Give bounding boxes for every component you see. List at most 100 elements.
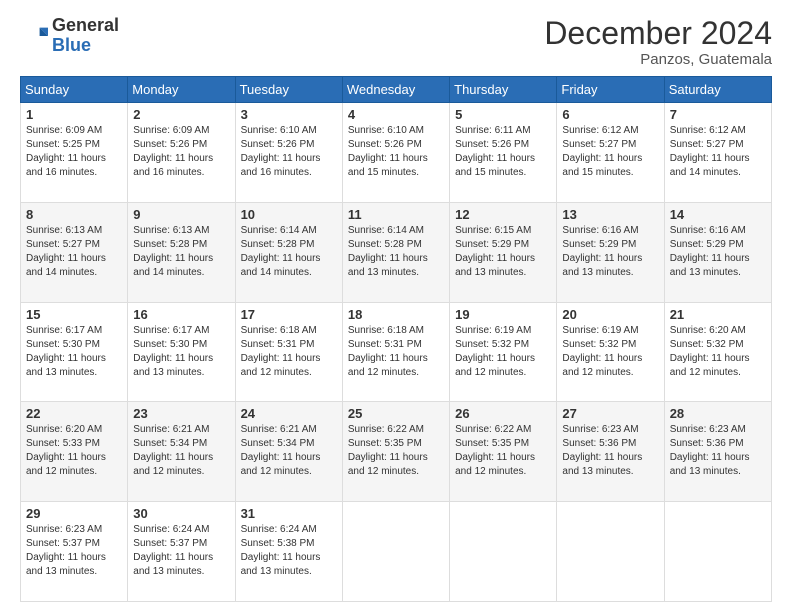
day-info: Sunrise: 6:20 AMSunset: 5:32 PMDaylight:… xyxy=(670,324,766,380)
day-info: Sunrise: 6:11 AMSunset: 5:26 PMDaylight:… xyxy=(455,124,551,180)
calendar-cell: 20 Sunrise: 6:19 AMSunset: 5:32 PMDayligh… xyxy=(557,302,664,402)
day-info: Sunrise: 6:12 AMSunset: 5:27 PMDaylight:… xyxy=(670,124,766,180)
calendar-cell: 3 Sunrise: 6:10 AMSunset: 5:26 PMDaylight… xyxy=(235,103,342,203)
calendar-cell: 27 Sunrise: 6:23 AMSunset: 5:36 PMDayligh… xyxy=(557,402,664,502)
title-section: December 2024 Panzos, Guatemala xyxy=(544,16,772,68)
day-number: 23 xyxy=(133,406,229,421)
day-info: Sunrise: 6:19 AMSunset: 5:32 PMDaylight:… xyxy=(455,324,551,380)
day-number: 13 xyxy=(562,207,658,222)
day-info: Sunrise: 6:10 AMSunset: 5:26 PMDaylight:… xyxy=(348,124,444,180)
subtitle: Panzos, Guatemala xyxy=(544,51,772,68)
calendar-cell: 30 Sunrise: 6:24 AMSunset: 5:37 PMDayligh… xyxy=(128,502,235,602)
col-sunday: Sunday xyxy=(21,77,128,103)
day-info: Sunrise: 6:16 AMSunset: 5:29 PMDaylight:… xyxy=(670,224,766,280)
col-wednesday: Wednesday xyxy=(342,77,449,103)
calendar-cell xyxy=(557,502,664,602)
day-info: Sunrise: 6:23 AMSunset: 5:37 PMDaylight:… xyxy=(26,523,122,579)
calendar-cell: 26 Sunrise: 6:22 AMSunset: 5:35 PMDayligh… xyxy=(450,402,557,502)
col-monday: Monday xyxy=(128,77,235,103)
calendar-cell xyxy=(342,502,449,602)
day-number: 2 xyxy=(133,107,229,122)
day-info: Sunrise: 6:15 AMSunset: 5:29 PMDaylight:… xyxy=(455,224,551,280)
day-number: 12 xyxy=(455,207,551,222)
day-number: 22 xyxy=(26,406,122,421)
page: General Blue December 2024 Panzos, Guate… xyxy=(0,0,792,612)
day-number: 24 xyxy=(241,406,337,421)
day-number: 1 xyxy=(26,107,122,122)
day-info: Sunrise: 6:19 AMSunset: 5:32 PMDaylight:… xyxy=(562,324,658,380)
day-number: 15 xyxy=(26,307,122,322)
day-number: 26 xyxy=(455,406,551,421)
day-info: Sunrise: 6:23 AMSunset: 5:36 PMDaylight:… xyxy=(670,423,766,479)
col-friday: Friday xyxy=(557,77,664,103)
calendar-cell: 5 Sunrise: 6:11 AMSunset: 5:26 PMDaylight… xyxy=(450,103,557,203)
calendar-cell: 22Sunrise: 6:20 AMSunset: 5:33 PMDayligh… xyxy=(21,402,128,502)
calendar-cell: 8 Sunrise: 6:13 AMSunset: 5:27 PMDaylight… xyxy=(21,202,128,302)
day-number: 11 xyxy=(348,207,444,222)
calendar-cell: 10Sunrise: 6:14 AMSunset: 5:28 PMDayligh… xyxy=(235,202,342,302)
calendar-cell: 29 Sunrise: 6:23 AMSunset: 5:37 PMDayligh… xyxy=(21,502,128,602)
logo-general: General xyxy=(52,15,119,35)
calendar-cell: 19 Sunrise: 6:19 AMSunset: 5:32 PMDayligh… xyxy=(450,302,557,402)
day-number: 25 xyxy=(348,406,444,421)
calendar-cell: 2 Sunrise: 6:09 AMSunset: 5:26 PMDaylight… xyxy=(128,103,235,203)
calendar-cell: 23 Sunrise: 6:21 AMSunset: 5:34 PMDayligh… xyxy=(128,402,235,502)
calendar-cell: 24 Sunrise: 6:21 AMSunset: 5:34 PMDayligh… xyxy=(235,402,342,502)
calendar-cell: 7Sunrise: 6:12 AMSunset: 5:27 PMDaylight… xyxy=(664,103,771,203)
day-info: Sunrise: 6:22 AMSunset: 5:35 PMDaylight:… xyxy=(348,423,444,479)
day-info: Sunrise: 6:14 AMSunset: 5:28 PMDaylight:… xyxy=(348,224,444,280)
calendar-cell: 6Sunrise: 6:12 AMSunset: 5:27 PMDaylight… xyxy=(557,103,664,203)
calendar-cell: 9 Sunrise: 6:13 AMSunset: 5:28 PMDaylight… xyxy=(128,202,235,302)
day-number: 20 xyxy=(562,307,658,322)
calendar-cell: 11 Sunrise: 6:14 AMSunset: 5:28 PMDayligh… xyxy=(342,202,449,302)
day-number: 16 xyxy=(133,307,229,322)
calendar-header-row: Sunday Monday Tuesday Wednesday Thursday… xyxy=(21,77,772,103)
col-thursday: Thursday xyxy=(450,77,557,103)
week-row-1: 8 Sunrise: 6:13 AMSunset: 5:27 PMDaylight… xyxy=(21,202,772,302)
calendar-cell: 12 Sunrise: 6:15 AMSunset: 5:29 PMDayligh… xyxy=(450,202,557,302)
day-info: Sunrise: 6:12 AMSunset: 5:27 PMDaylight:… xyxy=(562,124,658,180)
day-info: Sunrise: 6:09 AMSunset: 5:26 PMDaylight:… xyxy=(133,124,229,180)
day-info: Sunrise: 6:23 AMSunset: 5:36 PMDaylight:… xyxy=(562,423,658,479)
day-number: 29 xyxy=(26,506,122,521)
day-number: 18 xyxy=(348,307,444,322)
day-number: 9 xyxy=(133,207,229,222)
day-info: Sunrise: 6:22 AMSunset: 5:35 PMDaylight:… xyxy=(455,423,551,479)
day-info: Sunrise: 6:13 AMSunset: 5:27 PMDaylight:… xyxy=(26,224,122,280)
logo: General Blue xyxy=(20,16,119,56)
day-number: 28 xyxy=(670,406,766,421)
calendar-cell: 15Sunrise: 6:17 AMSunset: 5:30 PMDayligh… xyxy=(21,302,128,402)
day-number: 21 xyxy=(670,307,766,322)
calendar-cell: 25 Sunrise: 6:22 AMSunset: 5:35 PMDayligh… xyxy=(342,402,449,502)
day-number: 8 xyxy=(26,207,122,222)
calendar-cell: 13 Sunrise: 6:16 AMSunset: 5:29 PMDayligh… xyxy=(557,202,664,302)
day-info: Sunrise: 6:21 AMSunset: 5:34 PMDaylight:… xyxy=(133,423,229,479)
day-number: 19 xyxy=(455,307,551,322)
day-info: Sunrise: 6:16 AMSunset: 5:29 PMDaylight:… xyxy=(562,224,658,280)
day-info: Sunrise: 6:18 AMSunset: 5:31 PMDaylight:… xyxy=(348,324,444,380)
header: General Blue December 2024 Panzos, Guate… xyxy=(20,16,772,68)
day-number: 17 xyxy=(241,307,337,322)
col-tuesday: Tuesday xyxy=(235,77,342,103)
logo-blue: Blue xyxy=(52,35,91,55)
day-number: 4 xyxy=(348,107,444,122)
day-info: Sunrise: 6:14 AMSunset: 5:28 PMDaylight:… xyxy=(241,224,337,280)
calendar-cell: 18 Sunrise: 6:18 AMSunset: 5:31 PMDayligh… xyxy=(342,302,449,402)
day-info: Sunrise: 6:17 AMSunset: 5:30 PMDaylight:… xyxy=(133,324,229,380)
day-info: Sunrise: 6:13 AMSunset: 5:28 PMDaylight:… xyxy=(133,224,229,280)
calendar-cell: 16 Sunrise: 6:17 AMSunset: 5:30 PMDayligh… xyxy=(128,302,235,402)
day-number: 27 xyxy=(562,406,658,421)
week-row-2: 15 Sunrise: 6:17 AMSunset: 5:30 PMDayligh… xyxy=(21,302,772,402)
day-info: Sunrise: 6:09 AMSunset: 5:25 PMDaylight:… xyxy=(26,124,122,180)
day-number: 3 xyxy=(241,107,337,122)
day-info: Sunrise: 6:24 AMSunset: 5:37 PMDaylight:… xyxy=(133,523,229,579)
week-row-4: 29 Sunrise: 6:23 AMSunset: 5:37 PMDayligh… xyxy=(21,502,772,602)
day-info: Sunrise: 6:21 AMSunset: 5:34 PMDaylight:… xyxy=(241,423,337,479)
calendar-cell: 17Sunrise: 6:18 AMSunset: 5:31 PMDayligh… xyxy=(235,302,342,402)
calendar-cell xyxy=(450,502,557,602)
week-row-3: 22Sunrise: 6:20 AMSunset: 5:33 PMDayligh… xyxy=(21,402,772,502)
day-number: 14 xyxy=(670,207,766,222)
day-number: 30 xyxy=(133,506,229,521)
day-info: Sunrise: 6:10 AMSunset: 5:26 PMDaylight:… xyxy=(241,124,337,180)
day-number: 5 xyxy=(455,107,551,122)
